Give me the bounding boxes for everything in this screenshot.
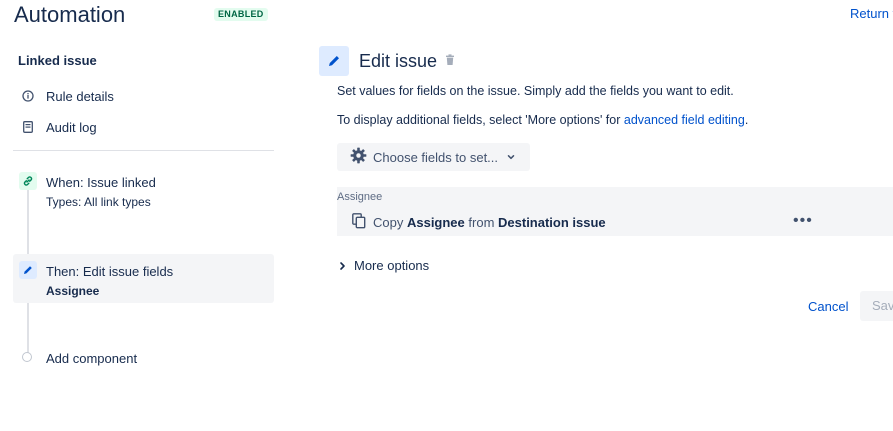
trash-icon[interactable] bbox=[443, 53, 457, 70]
link-icon bbox=[19, 172, 37, 190]
more-options-label: More options bbox=[354, 258, 430, 273]
copy-icon bbox=[352, 213, 366, 232]
page-title: Automation bbox=[14, 2, 126, 27]
return-link[interactable]: Return t bbox=[850, 6, 893, 21]
sidebar-item-label: Audit log bbox=[46, 119, 97, 135]
field-label: Assignee bbox=[337, 191, 383, 203]
chevron-right-icon bbox=[338, 261, 347, 271]
copy-field-description[interactable]: Copy Assignee from Destination issue bbox=[373, 215, 606, 230]
more-options-toggle[interactable]: More options bbox=[338, 258, 429, 273]
pencil-icon bbox=[19, 261, 37, 279]
sidebar-divider bbox=[13, 150, 274, 151]
cancel-button[interactable]: Cancel bbox=[800, 293, 856, 321]
sidebar-item-audit-log[interactable]: Audit log bbox=[18, 116, 97, 138]
info-icon bbox=[18, 86, 38, 106]
save-button[interactable]: Save bbox=[860, 291, 893, 321]
add-component-dot bbox=[22, 352, 32, 362]
action-step-detail: Assignee bbox=[46, 284, 100, 298]
status-badge: ENABLED bbox=[214, 8, 268, 21]
choose-fields-button[interactable]: Choose fields to set... bbox=[337, 143, 530, 171]
add-component-link[interactable]: Add component bbox=[46, 351, 137, 366]
sidebar-heading: Linked issue bbox=[18, 53, 97, 68]
sidebar-item-rule-details[interactable]: Rule details bbox=[18, 85, 114, 107]
advanced-editing-note: To display additional fields, select 'Mo… bbox=[337, 113, 749, 127]
trigger-step-title[interactable]: When: Issue linked bbox=[46, 175, 156, 190]
advanced-field-editing-link[interactable]: advanced field editing bbox=[624, 113, 745, 127]
choose-fields-label: Choose fields to set... bbox=[373, 149, 499, 165]
document-icon bbox=[18, 117, 38, 137]
action-step-title: Then: Edit issue fields bbox=[46, 264, 174, 279]
panel-title: Edit issue bbox=[359, 51, 438, 71]
chevron-down-icon bbox=[506, 150, 516, 165]
gear-icon bbox=[350, 147, 367, 167]
sidebar-item-label: Rule details bbox=[46, 88, 114, 104]
trigger-step-detail: Types: All link types bbox=[46, 195, 151, 209]
panel-description: Set values for fields on the issue. Simp… bbox=[337, 84, 734, 98]
pencil-icon bbox=[319, 46, 349, 76]
ellipsis-icon[interactable]: ••• bbox=[793, 213, 813, 229]
